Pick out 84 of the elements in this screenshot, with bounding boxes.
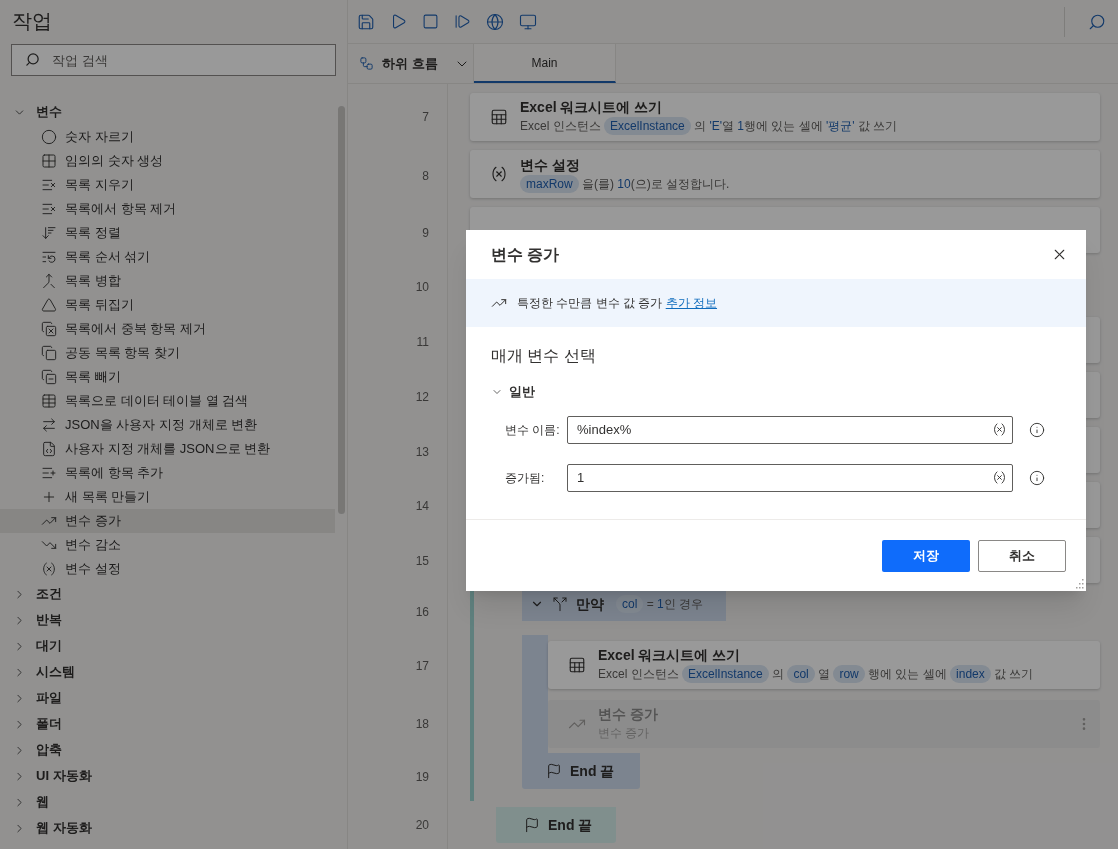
variable-token: maxRow	[520, 174, 579, 193]
line-number: 16	[415, 604, 429, 622]
description-text: =	[645, 596, 655, 613]
action-label: 목록 뒤집기	[65, 296, 134, 315]
category-label: 시스템	[36, 663, 75, 682]
action-label: 숫자 자르기	[65, 128, 134, 147]
action-label: 사용자 지정 개체를 JSON으로 변환	[65, 440, 271, 459]
variable-token: ExcelInstance	[604, 117, 691, 136]
value-text: '평균'	[826, 118, 855, 136]
dialog-title: 변수 증가	[491, 244, 560, 265]
action-title: 변수 설정	[520, 155, 581, 175]
description-text: 행에 있는 셀에	[867, 666, 948, 683]
line-number: 11	[416, 334, 429, 352]
value-text: 'E'	[709, 118, 722, 136]
category-label: 압축	[36, 741, 62, 760]
variable-token: col	[616, 595, 644, 613]
description-text: 을(를)	[581, 175, 615, 193]
action-label: 목록 병합	[65, 272, 121, 291]
line-number: 7	[422, 109, 429, 127]
description-text: Excel 인스턴스	[598, 666, 680, 683]
category-label: 웹 자동화	[36, 819, 92, 838]
category-label: 대기	[36, 637, 62, 656]
action-label: 변수 감소	[65, 536, 121, 555]
category-label: UI 자동화	[36, 767, 92, 786]
description-text: 의	[771, 666, 786, 683]
action-label: 목록 순서 섞기	[65, 248, 151, 267]
action-label: 변수 설정	[65, 560, 121, 579]
description-text: 의	[693, 118, 708, 136]
description-text: 열	[722, 118, 735, 136]
variable-token: col	[787, 665, 815, 683]
line-number: 19	[415, 769, 429, 787]
end-label: End 끝	[570, 761, 615, 781]
variable-token: index	[950, 665, 991, 683]
value-text: 10	[617, 175, 631, 193]
action-label: 목록 빼기	[65, 368, 121, 387]
end-label: End 끝	[548, 815, 593, 835]
variable-token: row	[833, 665, 865, 683]
panel-title: 작업	[11, 9, 53, 34]
value-text: 1	[657, 596, 664, 613]
action-label: 목록 지우기	[65, 176, 134, 195]
action-label: 새 목록 만들기	[65, 488, 151, 507]
variable-token: ExcelInstance	[682, 665, 769, 683]
group-label: 일반	[509, 383, 535, 401]
action-label: 목록에서 항목 제거	[65, 200, 177, 219]
field-label: 변수 이름:	[504, 421, 561, 439]
action-title: Excel 워크시트에 쓰기	[520, 98, 664, 118]
condition-title: 만약	[576, 594, 604, 614]
description-text: 값 쓰기	[856, 118, 898, 136]
action-label: 목록 정렬	[65, 224, 121, 243]
line-number: 15	[415, 553, 429, 571]
action-label: 목록에서 중복 항목 제거	[65, 320, 206, 339]
action-title: Excel 워크시트에 쓰기	[598, 646, 742, 665]
value-text: 1	[737, 118, 745, 136]
line-number: 14	[415, 498, 429, 516]
description-text: 특정한 수만큼 변수 값 증가 추가 정보	[517, 295, 718, 312]
line-number: 8	[422, 168, 429, 186]
action-label: 공동 목록 항목 찾기	[65, 344, 180, 363]
section-title: 매개 변수 선택	[490, 346, 597, 366]
description-text: 값 쓰기	[993, 666, 1034, 683]
action-label: 목록으로 데이터 테이블 열 검색	[65, 392, 249, 411]
description-text: Excel 인스턴스	[520, 118, 602, 136]
description-text: (으)로 설정합니다.	[630, 175, 730, 193]
field-label: 증가됨:	[504, 469, 546, 487]
category-label: 반복	[36, 611, 62, 630]
line-number: 13	[415, 443, 429, 461]
action-label: JSON을 사용자 지정 개체로 변환	[65, 416, 258, 435]
line-number: 20	[415, 817, 429, 835]
category-label: 웹	[36, 793, 49, 812]
description-text: 열	[817, 666, 832, 683]
action-label: 변수 증가	[65, 512, 121, 531]
line-number: 17	[415, 657, 429, 675]
line-number: 9	[422, 224, 429, 242]
category-label: 조건	[36, 585, 62, 604]
action-label: 목록에 항목 추가	[65, 464, 164, 483]
category-label: 파일	[36, 689, 62, 708]
description-text: 행에 있는 셀에	[744, 118, 824, 136]
line-number: 10	[415, 279, 429, 297]
line-number: 18	[415, 716, 429, 734]
action-title: 변수 증가	[598, 705, 659, 724]
description-text: 인 경우	[663, 596, 704, 613]
category-label: 변수	[36, 103, 62, 122]
action-label: 임의의 숫자 생성	[65, 152, 164, 171]
category-label: 폴더	[36, 715, 62, 734]
line-number: 12	[415, 388, 429, 406]
